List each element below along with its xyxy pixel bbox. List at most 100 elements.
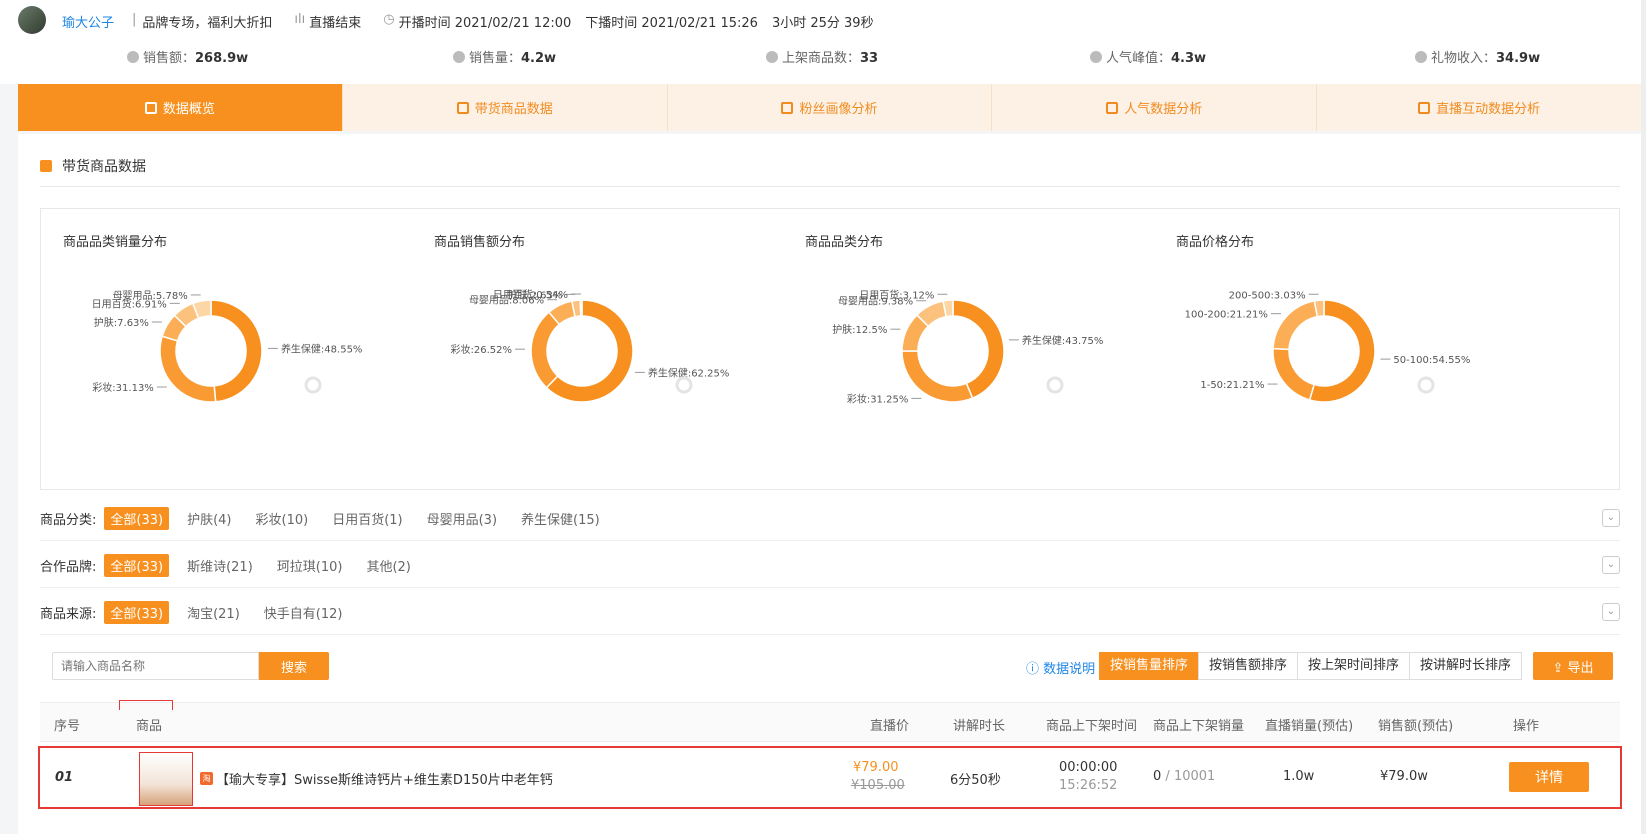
start-time: 开播时间 2021/02/21 12:00 [398, 16, 572, 31]
sort-group: 按销售量排序 按销售额排序 按上架时间排序 按讲解时长排序 [1099, 652, 1523, 680]
slice-label: 养生保健:48.55% [281, 342, 363, 355]
explain-duration: 6分50秒 [950, 773, 1001, 788]
pie-slice[interactable] [1272, 300, 1319, 351]
live-price: ¥79.00 [853, 760, 899, 775]
sort-by-explain-duration[interactable]: 按讲解时长排序 [1409, 652, 1523, 680]
tab-fans[interactable]: 粉丝画像分析 [668, 84, 993, 131]
filter-option[interactable]: 母婴用品(3) [421, 507, 503, 530]
tab-popularity[interactable]: 人气数据分析 [992, 84, 1318, 131]
chevron-down-icon[interactable]: ⌄ [1602, 556, 1620, 574]
detail-button[interactable]: 详情 [1509, 762, 1589, 792]
slice-label: 养生保健:62.25% [648, 366, 730, 379]
stat-peak-popularity: 人气峰值：4.3w [1090, 47, 1206, 66]
bag-icon [456, 101, 469, 114]
table-header: 序号 商品 直播价 讲解时长 商品上下架时间 商品上下架销量 直播销量(预估) … [40, 702, 1620, 742]
bar-chart-icon [144, 101, 157, 114]
filter-option[interactable]: 护肤(4) [181, 507, 237, 530]
chevron-down-icon[interactable]: ⌄ [1602, 509, 1620, 527]
slogan: 品牌专场，福利大折扣 [142, 16, 273, 31]
slice-label: 养生保健:43.75% [1022, 334, 1104, 347]
sort-by-volume[interactable]: 按销售量排序 [1099, 652, 1200, 680]
watermark-logo-icon [1046, 376, 1064, 394]
stat-gift-income: 礼物收入：34.9w [1415, 47, 1540, 66]
donut-chart: 养生保健:62.25%彩妆:26.52%母婴用品:8.06%护肤:2.63%日用… [451, 288, 730, 403]
live-info: | 品牌专场，福利大折扣 ılı 直播结束 ◷ 开播时间 2021/02/21 … [132, 12, 874, 31]
pie-slice[interactable] [159, 335, 217, 403]
avatar[interactable] [18, 6, 46, 34]
pie-slice[interactable] [952, 299, 1005, 400]
filter-source: 商品来源: 全部(33) 淘宝(21) 快手自有(12) ⌄ [40, 591, 1620, 635]
live-status: 直播结束 [309, 16, 362, 31]
main-tabs: 数据概览 带货商品数据 粉丝画像分析 人气数据分析 直播互动数据分析 [18, 84, 1641, 131]
export-button[interactable]: ⇪ 导出 [1533, 652, 1613, 680]
chart-price: 商品价格分布 50-100:54.55% 1-50:21.21% 100-200:21… [1154, 209, 1544, 489]
stat-product-count: 上架商品数：33 [766, 47, 878, 66]
filter-option[interactable]: 珂拉琪(10) [271, 554, 349, 577]
filter-option[interactable]: 淘宝(21) [181, 601, 246, 624]
gift-icon [1415, 51, 1427, 63]
chart-revenue: 商品销售额分布 养生保健:62.25% 彩妆:26.52% 母婴用品:8.06% 护肤:… [412, 209, 802, 489]
question-icon: ⓘ [1026, 662, 1044, 677]
donut-chart: 50-100:54.55% 1-50:21.21% 100-200:21.21% 20… [1185, 290, 1470, 403]
duration: 3小时 25分 39秒 [771, 16, 874, 31]
filter-option[interactable]: 全部(33) [104, 507, 170, 530]
taobao-icon: 淘 [200, 772, 213, 785]
slice-label: 日用百货:3.12% [859, 288, 934, 301]
filter-option[interactable]: 全部(33) [104, 601, 170, 624]
product-name[interactable]: 【瑜大专享】Swisse斯维诗钙片+维生素D150片中老年钙 [216, 769, 553, 788]
pie-slice[interactable] [530, 311, 561, 389]
table-row[interactable]: 01 淘 【瑜大专享】Swisse斯维诗钙片+维生素D150片中老年钙 ¥79.… [38, 746, 1622, 809]
tab-overview[interactable]: 数据概览 [18, 84, 343, 131]
search-button[interactable]: 搜索 [259, 652, 329, 680]
data-help-link[interactable]: ⓘ 数据说明 [1026, 658, 1095, 677]
bar-chart-icon: ılı [294, 12, 306, 27]
pie-slice[interactable] [210, 299, 263, 403]
product-thumbnail[interactable] [139, 752, 193, 806]
end-time: 下播时间 2021/02/21 15:26 [585, 16, 758, 31]
revenue: ¥79.0w [1380, 769, 1428, 784]
live-sales: 1.0w [1283, 769, 1315, 784]
trend-icon [453, 51, 465, 63]
filter-option[interactable]: 养生保健(15) [515, 507, 606, 530]
slice-label: 200-500:3.03% [1229, 290, 1306, 301]
bag-icon [40, 160, 52, 172]
filter-option[interactable]: 其他(2) [360, 554, 416, 577]
pie-slice[interactable] [579, 299, 583, 317]
filter-option[interactable]: 斯维诗(21) [181, 554, 259, 577]
scrollbar[interactable] [1641, 0, 1646, 834]
slice-label: 母婴用品:5.78% [113, 290, 188, 302]
anchor-name-link[interactable]: 瑜大公子 [62, 12, 114, 31]
slice-label: 彩妆:26.52% [451, 343, 513, 356]
divider [40, 186, 1620, 187]
export-icon: ⇪ [1552, 660, 1568, 676]
search-input[interactable] [52, 652, 259, 680]
slice-label: 彩妆:31.25% [847, 392, 909, 405]
filter-option[interactable]: 快手自有(12) [258, 601, 349, 624]
pie-slice[interactable] [1272, 347, 1316, 401]
chart-category-sales: 商品品类销量分布 养生保健:48.55% 彩妆:31.13% 护肤:7.63% 日用百货… [41, 209, 431, 489]
slice-label: 100-200:21.21% [1185, 310, 1268, 321]
sort-by-revenue[interactable]: 按销售额排序 [1198, 652, 1299, 680]
filter-brand: 合作品牌: 全部(33) 斯维诗(21) 珂拉琪(10) 其他(2) ⌄ [40, 544, 1620, 588]
coin-icon [127, 51, 139, 63]
chevron-down-icon[interactable]: ⌄ [1602, 603, 1620, 621]
face-scan-icon [781, 101, 794, 114]
watermark-logo-icon [304, 376, 322, 394]
slice-label: 护肤:7.63% [94, 316, 149, 329]
sort-by-listing-time[interactable]: 按上架时间排序 [1297, 652, 1411, 680]
pulse-icon [1418, 101, 1431, 114]
tab-interaction[interactable]: 直播互动数据分析 [1317, 84, 1641, 131]
stat-sales-volume: 销售量：4.2w [453, 47, 556, 66]
filter-option[interactable]: 全部(33) [104, 554, 170, 577]
filter-option[interactable]: 彩妆(10) [250, 507, 315, 530]
slice-label: 50-100:54.55% [1393, 355, 1470, 366]
pie-slice[interactable] [901, 350, 974, 403]
filter-option[interactable]: 日用百货(1) [326, 507, 408, 530]
listing-time-on: 00:00:00 [1059, 760, 1118, 775]
row-index: 01 [55, 770, 74, 785]
tab-products[interactable]: 带货商品数据 [343, 84, 668, 131]
slice-label: 护肤:12.5% [832, 323, 887, 336]
top-bar: 瑜大公子 | 品牌专场，福利大折扣 ılı 直播结束 ◷ 开播时间 2021/0… [0, 0, 1646, 84]
charts-container: 商品品类销量分布 养生保健:48.55% 彩妆:31.13% 护肤:7.63% 日用百货… [40, 208, 1620, 490]
clock-icon: ◷ [383, 12, 395, 27]
